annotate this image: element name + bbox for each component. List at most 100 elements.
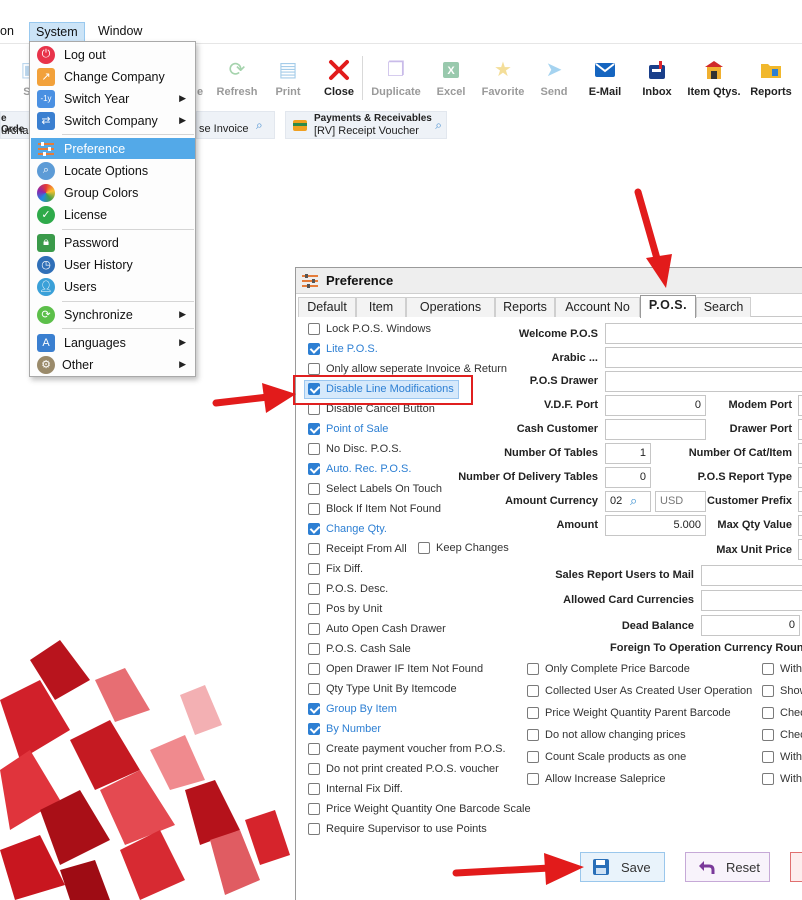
checkbox-p-o-s-cash-sale[interactable]: P.O.S. Cash Sale (308, 643, 411, 655)
amount-input[interactable]: 5.000 (605, 515, 706, 536)
shortcut-purchase-invoice[interactable]: se Invoice ⌕ (196, 111, 275, 139)
save-button[interactable]: Save (580, 852, 665, 882)
checkbox-chec[interactable]: Chec (762, 707, 802, 719)
magnifier-icon[interactable]: ⌕ (630, 493, 648, 509)
delivery-tables-input[interactable]: 0 (605, 467, 651, 488)
menu-item-synchronize[interactable]: ⟳ Synchronize ▶ (31, 304, 195, 325)
sales-report-users-label: Sales Report Users to Mail (555, 569, 694, 581)
checkbox-lock-p-o-s-windows[interactable]: Lock P.O.S. Windows (308, 323, 431, 335)
arabic-input[interactable] (605, 347, 802, 368)
tab-operations[interactable]: Operations (406, 297, 495, 317)
checkbox-allow-increase-saleprice[interactable]: Allow Increase Saleprice (527, 773, 665, 785)
checkbox-create-payment-voucher-from-p-o-s[interactable]: Create payment voucher from P.O.S. (308, 743, 506, 755)
checkbox-with[interactable]: With (762, 773, 802, 785)
checkbox-require-supervisor-to-use-points[interactable]: Require Supervisor to use Points (308, 823, 487, 835)
checkbox-lite-p-o-s[interactable]: Lite P.O.S. (308, 343, 378, 355)
tab-item[interactable]: Item (356, 297, 406, 317)
excel-button[interactable]: X Excel (421, 52, 481, 98)
checkbox-no-disc-p-o-s[interactable]: No Disc. P.O.S. (308, 443, 402, 455)
checkbox-collected-user-as-created-user-operation[interactable]: Collected User As Created User Operation (527, 685, 752, 697)
menu-system[interactable]: System (29, 22, 85, 42)
allowed-card-currencies-input[interactable] (701, 590, 802, 611)
checkbox-group-by-item[interactable]: Group By Item (308, 703, 397, 715)
menu-item-password[interactable]: 🔒︎ Password (31, 232, 195, 253)
menu-item-switch-company[interactable]: ⇄ Switch Company ▶ (31, 110, 195, 131)
menu-item-preference[interactable]: Preference (31, 138, 195, 159)
menu-item-log-out[interactable]: ⏻ Log out (31, 44, 195, 65)
close-button[interactable]: Close (309, 52, 369, 98)
checkbox-label: Fix Diff. (326, 563, 364, 575)
report-type-input[interactable] (798, 467, 802, 488)
checkbox-show[interactable]: Show (762, 685, 802, 697)
shortcut-purchase-order[interactable]: e Orde urchas (0, 111, 34, 139)
checkbox-price-weight-quantity-parent-barcode[interactable]: Price Weight Quantity Parent Barcode (527, 707, 731, 719)
checkbox-only-allow-seperate-invoice-return[interactable]: Only allow seperate Invoice & Return (308, 363, 507, 375)
cat-item-input[interactable] (798, 443, 802, 464)
max-qty-value-input[interactable] (798, 515, 802, 536)
vdf-port-input[interactable]: 0 (605, 395, 706, 416)
menu-partial-item[interactable]: on (0, 24, 14, 38)
welcome-pos-input[interactable] (605, 323, 802, 344)
checkbox-auto-rec-p-o-s[interactable]: Auto. Rec. P.O.S. (308, 463, 411, 475)
inbox-button[interactable]: Inbox (627, 52, 687, 98)
checkbox-with[interactable]: With (762, 751, 802, 763)
menu-window[interactable]: Window (98, 24, 142, 38)
menu-item-other[interactable]: ⚙ Other ▶ (31, 354, 195, 375)
email-button[interactable]: E-Mail (575, 52, 635, 98)
checkbox-internal-fix-diff[interactable]: Internal Fix Diff. (308, 783, 403, 795)
checkbox-price-weight-quantity-one-barcode-scale[interactable]: Price Weight Quantity One Barcode Scale (308, 803, 531, 815)
shortcut-receipt-voucher[interactable]: Payments & Receivables [RV] Receipt Vouc… (285, 111, 447, 139)
cash-customer-input[interactable] (605, 419, 706, 440)
customer-prefix-input[interactable] (798, 491, 802, 512)
menu-item-locate-options[interactable]: ⌕ Locate Options (31, 160, 195, 181)
checkbox-do-not-print-created-p-o-s-voucher[interactable]: Do not print created P.O.S. voucher (308, 763, 499, 775)
menu-item-user-history[interactable]: ◷ User History (31, 254, 195, 275)
reports-button[interactable]: Reports (741, 52, 801, 98)
calendar-icon: -1y (37, 89, 55, 108)
menu-item-license[interactable]: ✓ License (31, 204, 195, 225)
modem-port-input[interactable] (798, 395, 802, 416)
checkbox-change-qty[interactable]: Change Qty. (308, 523, 387, 535)
tab-account-no[interactable]: Account No (555, 297, 640, 317)
checkbox-fix-diff[interactable]: Fix Diff. (308, 563, 363, 575)
checkbox-by-number[interactable]: By Number (308, 723, 381, 735)
checkbox-chec[interactable]: Chec (762, 729, 802, 741)
checkbox-pos-by-unit[interactable]: Pos by Unit (308, 603, 382, 615)
pos-drawer-input[interactable] (605, 371, 802, 392)
checkbox-only-complete-price-barcode[interactable]: Only Complete Price Barcode (527, 663, 690, 675)
checkbox-with[interactable]: With (762, 663, 802, 675)
sales-report-users-input[interactable] (701, 565, 802, 586)
checkbox-box (527, 773, 539, 785)
checkbox-box (762, 773, 774, 785)
checkbox-auto-open-cash-drawer[interactable]: Auto Open Cash Drawer (308, 623, 446, 635)
checkbox-p-o-s-desc[interactable]: P.O.S. Desc. (308, 583, 388, 595)
tab-reports[interactable]: Reports (495, 297, 555, 317)
max-unit-price-input[interactable] (798, 539, 802, 560)
item-qtys-button[interactable]: Item Qtys. (684, 52, 744, 98)
menu-item-languages[interactable]: A Languages ▶ (31, 332, 195, 353)
checkbox-count-scale-products-as-one[interactable]: Count Scale products as one (527, 751, 686, 763)
drawer-port-input[interactable] (798, 419, 802, 440)
tab-pos[interactable]: P.O.S. (640, 295, 696, 318)
checkbox-keep-changes[interactable]: Keep Changes (418, 542, 509, 554)
duplicate-button[interactable]: ❐ Duplicate (366, 52, 426, 98)
menu-item-switch-year[interactable]: -1y Switch Year ▶ (31, 88, 195, 109)
reset-button[interactable]: Reset (685, 852, 770, 882)
dead-balance-input[interactable]: 0 (701, 615, 800, 636)
cat-item-label: Number Of Cat/Item (688, 447, 792, 459)
cancel-button-partial[interactable] (790, 852, 802, 882)
checkbox-box (308, 823, 320, 835)
menu-item-users[interactable]: 👤︎ Users (31, 276, 195, 297)
checkbox-point-of-sale[interactable]: Point of Sale (308, 423, 388, 435)
tab-search[interactable]: Search (696, 297, 751, 317)
menu-item-change-company[interactable]: ↗ Change Company (31, 66, 195, 87)
menu-item-group-colors[interactable]: Group Colors (31, 182, 195, 203)
checkbox-receipt-from-all[interactable]: Receipt From All (308, 543, 407, 555)
checkbox-open-drawer-if-item-not-found[interactable]: Open Drawer IF Item Not Found (308, 663, 483, 675)
number-of-tables-input[interactable]: 1 (605, 443, 651, 464)
checkbox-select-labels-on-touch[interactable]: Select Labels On Touch (308, 483, 442, 495)
checkbox-do-not-allow-changing-prices[interactable]: Do not allow changing prices (527, 729, 686, 741)
checkbox-qty-type-unit-by-itemcode[interactable]: Qty Type Unit By Itemcode (308, 683, 457, 695)
tab-default[interactable]: Default (298, 297, 356, 317)
checkbox-block-if-item-not-found[interactable]: Block If Item Not Found (308, 503, 441, 515)
